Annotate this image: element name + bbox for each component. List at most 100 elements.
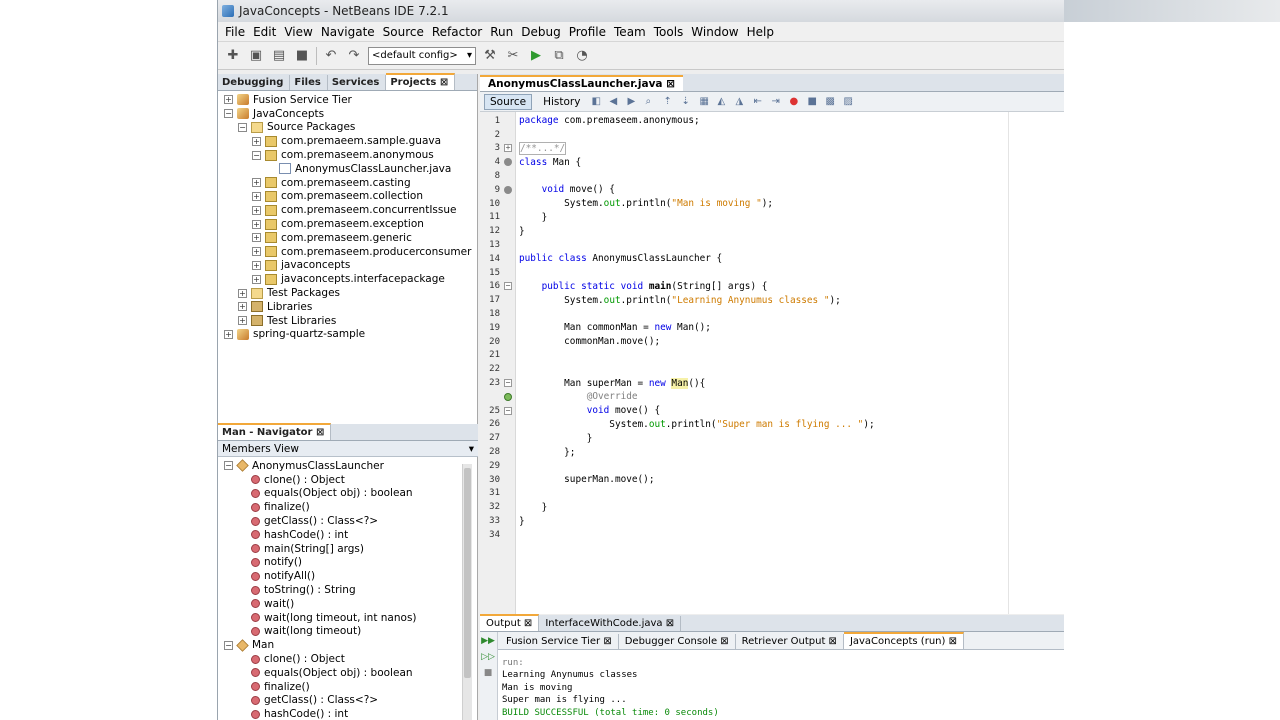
members-view-select[interactable]: Members View ▾ <box>218 441 478 457</box>
expand-toggle-icon[interactable]: + <box>238 316 247 326</box>
menu-edit[interactable]: Edit <box>249 25 280 39</box>
navigator-scroll-thumb[interactable] <box>464 468 471 678</box>
comment-icon[interactable]: ▩ <box>825 96 837 108</box>
expand-toggle-icon[interactable]: + <box>224 95 233 105</box>
code-line[interactable]: 32 } <box>480 500 1064 514</box>
code-line[interactable]: 30 superMan.move(); <box>480 473 1064 487</box>
expand-toggle-icon[interactable]: + <box>224 329 233 339</box>
stop-icon[interactable]: ■ <box>481 666 495 680</box>
code-line[interactable]: 21 <box>480 349 1064 363</box>
clean-build-icon[interactable]: ✂ <box>504 47 522 65</box>
build-icon[interactable]: ⚒ <box>481 47 499 65</box>
code-line[interactable]: 9 void move() { <box>480 183 1064 197</box>
gutter-marker[interactable]: − <box>500 404 516 417</box>
navigator-item[interactable]: main(String[] args) <box>218 542 478 556</box>
config-select[interactable]: <default config> ▾ <box>368 46 476 65</box>
menu-help[interactable]: Help <box>743 25 778 39</box>
code-line[interactable]: 19 Man commonMan = new Man(); <box>480 321 1064 335</box>
code-line[interactable]: 3 + /**...*/ <box>480 141 1064 156</box>
code-line[interactable]: 20 commonMan.move(); <box>480 335 1064 349</box>
expand-toggle-icon[interactable]: + <box>252 205 261 215</box>
project-tree-item[interactable]: + com.premaeem.sample.guava <box>218 134 477 148</box>
toggle-highlight-icon[interactable]: ▦ <box>699 96 711 108</box>
tab-output[interactable]: Output ⊠ <box>480 614 540 631</box>
code-line[interactable]: @Override <box>480 390 1064 404</box>
subtab-retriever-output[interactable]: Retriever Output ⊠ <box>736 634 844 649</box>
expand-toggle-icon[interactable]: − <box>238 122 247 132</box>
record-macro-icon[interactable]: ● <box>789 96 801 108</box>
code-line[interactable]: 23− Man superMan = new Man(){ <box>480 376 1064 390</box>
tab-projects[interactable]: Projects ⊠ <box>386 73 456 90</box>
project-tree-item[interactable]: + com.premaseem.exception <box>218 217 477 231</box>
menu-file[interactable]: File <box>221 25 249 39</box>
menu-navigate[interactable]: Navigate <box>317 25 379 39</box>
code-line[interactable]: 34 <box>480 528 1064 542</box>
code-line[interactable]: 4 class Man { <box>480 155 1064 169</box>
code-line[interactable]: 1 package com.premaseem.anonymous; <box>480 114 1064 128</box>
project-tree-item[interactable]: + com.premaseem.concurrentIssue <box>218 203 477 217</box>
tab-files[interactable]: Files <box>290 75 328 90</box>
rerun-params-icon[interactable]: ▷▷ <box>481 650 495 664</box>
project-tree-item[interactable]: + com.premaseem.producerconsumer <box>218 245 477 259</box>
expand-toggle-icon[interactable]: − <box>224 461 233 471</box>
code-line[interactable]: 27 } <box>480 431 1064 445</box>
project-tree-item[interactable]: + Test Libraries <box>218 314 477 328</box>
project-tree-item[interactable]: + Libraries <box>218 300 477 314</box>
navigator-scrollbar[interactable] <box>462 464 472 720</box>
subtab-fusion-service-tier[interactable]: Fusion Service Tier ⊠ <box>500 634 619 649</box>
shift-left-icon[interactable]: ⇤ <box>753 96 765 108</box>
code-line[interactable]: 11 } <box>480 211 1064 225</box>
navigator-item[interactable]: − Man <box>218 638 478 652</box>
navigator-item[interactable]: equals(Object obj) : boolean <box>218 666 478 680</box>
tab-interface-with-code[interactable]: InterfaceWithCode.java ⊠ <box>539 616 682 631</box>
project-tree-item[interactable]: AnonymusClassLauncher.java <box>218 162 477 176</box>
project-tree-item[interactable]: − com.premaseem.anonymous <box>218 148 477 162</box>
navigator-item[interactable]: finalize() <box>218 500 478 514</box>
expand-toggle-icon[interactable]: + <box>252 136 261 146</box>
code-line[interactable]: 26 System.out.println("Super man is flyi… <box>480 418 1064 432</box>
open-project-icon[interactable]: ▤ <box>270 47 288 65</box>
navigator-item[interactable]: getClass() : Class<?> <box>218 514 478 528</box>
project-tree-item[interactable]: + spring-quartz-sample <box>218 328 477 342</box>
undo-icon[interactable]: ↶ <box>322 47 340 65</box>
menu-source[interactable]: Source <box>379 25 428 39</box>
subtab-javaconcepts-run[interactable]: JavaConcepts (run) ⊠ <box>843 632 964 649</box>
overrides-method-icon[interactable] <box>504 392 512 401</box>
navigator-item[interactable]: equals(Object obj) : boolean <box>218 487 478 501</box>
history-button[interactable]: History <box>538 95 585 109</box>
expand-toggle-icon[interactable]: + <box>252 274 261 284</box>
navigator-item[interactable]: notifyAll() <box>218 569 478 583</box>
navigator-item[interactable]: clone() : Object <box>218 473 478 487</box>
menu-debug[interactable]: Debug <box>517 25 564 39</box>
menu-team[interactable]: Team <box>610 25 650 39</box>
code-line[interactable]: 29 <box>480 459 1064 473</box>
debug-icon[interactable]: ⧉ <box>550 47 568 65</box>
menu-tools[interactable]: Tools <box>650 25 688 39</box>
project-tree-item[interactable]: + Fusion Service Tier <box>218 93 477 107</box>
code-editor[interactable]: 1 package com.premaseem.anonymous; 2 3 +/**.… <box>480 112 1064 614</box>
navigator-item[interactable]: notify() <box>218 556 478 570</box>
project-tree-item[interactable]: + com.premaseem.generic <box>218 231 477 245</box>
code-line[interactable]: 18 <box>480 307 1064 321</box>
gutter-marker[interactable] <box>500 156 516 169</box>
tab-navigator[interactable]: Man - Navigator ⊠ <box>218 423 332 440</box>
code-line[interactable]: 22 <box>480 362 1064 376</box>
expand-toggle-icon[interactable]: + <box>252 247 261 257</box>
menu-profile[interactable]: Profile <box>565 25 610 39</box>
project-tree-item[interactable]: + javaconcepts <box>218 259 477 273</box>
project-tree-item[interactable]: − Source Packages <box>218 121 477 135</box>
menu-run[interactable]: Run <box>486 25 517 39</box>
gutter-marker[interactable] <box>500 183 516 196</box>
override-marker-icon[interactable] <box>504 185 512 194</box>
tab-debugging[interactable]: Debugging <box>218 75 291 90</box>
expand-toggle-icon[interactable]: + <box>252 260 261 270</box>
uncomment-icon[interactable]: ▨ <box>843 96 855 108</box>
override-marker-icon[interactable] <box>504 158 512 167</box>
code-line[interactable]: 25− void move() { <box>480 404 1064 418</box>
code-line[interactable]: 15 <box>480 266 1064 280</box>
navigator-item[interactable]: hashCode() : int <box>218 707 478 720</box>
menu-view[interactable]: View <box>280 25 316 39</box>
code-line[interactable]: 33} <box>480 514 1064 528</box>
expand-toggle-icon[interactable]: − <box>252 150 261 160</box>
expand-toggle-icon[interactable]: − <box>224 640 233 650</box>
